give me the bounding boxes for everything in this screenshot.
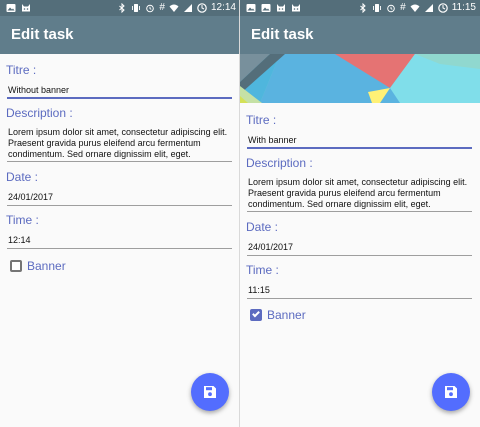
status-time: 12:14 [210, 2, 236, 13]
date-input[interactable]: 24/01/2017 [8, 192, 53, 203]
wifi-icon [410, 4, 420, 12]
image-icon [246, 4, 256, 12]
save-icon [204, 386, 216, 398]
banner-checkbox-row[interactable]: Banner [10, 259, 66, 273]
banner-checkbox-label: Banner [267, 308, 306, 322]
screen-with-banner: # 11:15 Edit task Titre : With banner De… [240, 0, 480, 427]
title-underline [247, 147, 472, 149]
banner-checkbox[interactable] [250, 309, 262, 321]
check-icon [252, 309, 260, 318]
title-label: Titre : [246, 113, 277, 127]
vibrate-icon [132, 4, 141, 12]
signal-icon [183, 4, 192, 12]
date-label: Date : [6, 170, 39, 184]
save-icon [445, 386, 457, 398]
date-underline [247, 255, 472, 256]
description-underline [247, 211, 472, 212]
page-title: Edit task [11, 26, 74, 43]
app-bar: Edit task [240, 16, 480, 54]
status-time: 11:15 [451, 2, 476, 13]
date-underline [7, 205, 232, 206]
image-icon [261, 4, 271, 12]
cat-icon [277, 4, 285, 12]
bluetooth-icon [119, 3, 126, 13]
bluetooth-icon [360, 3, 366, 13]
description-underline [7, 161, 232, 162]
time-label: Time : [6, 213, 39, 227]
status-bar: # 11:15 [240, 0, 480, 16]
alarm-icon [146, 4, 155, 13]
banner-checkbox-row[interactable]: Banner [250, 308, 306, 322]
banner-checkbox[interactable] [10, 260, 22, 272]
signal-icon [424, 4, 433, 12]
title-input[interactable]: With banner [248, 135, 297, 146]
save-button[interactable] [432, 373, 470, 411]
alarm-icon [387, 4, 395, 13]
screen-without-banner: # 12:14 Edit task Titre : Without banner… [0, 0, 240, 427]
title-label: Titre : [6, 63, 37, 77]
title-input[interactable]: Without banner [8, 85, 69, 96]
banner-image [240, 54, 480, 103]
save-button[interactable] [191, 373, 229, 411]
wifi-icon [169, 4, 179, 12]
description-input[interactable]: Lorem ipsum dolor sit amet, consectetur … [248, 177, 470, 210]
time-underline [7, 248, 232, 249]
app-bar: Edit task [0, 16, 240, 54]
status-bar: # 12:14 [0, 0, 240, 16]
description-label: Description : [246, 156, 313, 170]
description-input[interactable]: Lorem ipsum dolor sit amet, consectetur … [8, 127, 230, 160]
title-underline [7, 97, 232, 99]
image-icon [6, 4, 16, 12]
battery-icon [197, 3, 207, 13]
description-label: Description : [6, 106, 73, 120]
date-input[interactable]: 24/01/2017 [248, 242, 293, 253]
hash-icon: # [159, 2, 165, 13]
time-underline [247, 298, 472, 299]
time-label: Time : [246, 263, 279, 277]
time-input[interactable]: 12:14 [8, 235, 31, 246]
cat-icon [292, 4, 300, 12]
hash-icon: # [400, 2, 406, 13]
battery-icon [437, 3, 448, 13]
page-title: Edit task [251, 26, 314, 43]
vibrate-icon [373, 4, 382, 12]
cat-icon [22, 4, 30, 12]
date-label: Date : [246, 220, 279, 234]
banner-checkbox-label: Banner [27, 259, 66, 273]
time-input[interactable]: 11:15 [248, 285, 270, 296]
